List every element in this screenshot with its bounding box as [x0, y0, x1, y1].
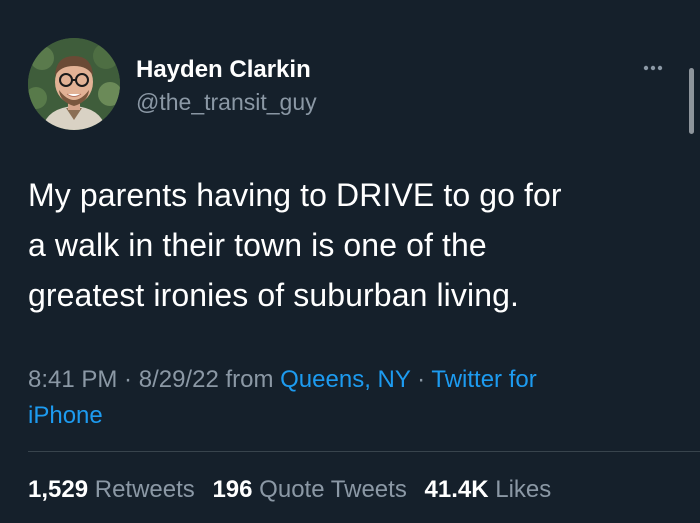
tweet-text-line: My parents having to DRIVE to go for [28, 177, 562, 213]
retweets-label: Retweets [94, 476, 195, 503]
retweets-stat[interactable]: 1,529 Retweets [28, 476, 195, 503]
retweets-count: 1,529 [28, 476, 89, 503]
tweet-text: My parents having to DRIVE to go for a w… [28, 170, 668, 320]
separator-dot: · [117, 366, 139, 393]
likes-stat[interactable]: 41.4K Likes [425, 476, 552, 503]
tweet-text-line: a walk in their town is one of the [28, 227, 487, 263]
avatar[interactable] [28, 38, 120, 130]
profile-photo-icon [28, 38, 120, 130]
likes-label: Likes [495, 476, 552, 503]
more-options-button[interactable] [638, 56, 668, 80]
quote-tweets-count: 196 [212, 476, 253, 503]
tweet-metadata: 8:41 PM · 8/29/22 from Queens, NY · Twit… [28, 362, 668, 434]
from-label: from [218, 366, 281, 393]
quote-tweets-label: Quote Tweets [259, 476, 407, 503]
tweet-detail: Hayden Clarkin @the_transit_guy My paren… [0, 0, 700, 523]
quote-tweets-stat[interactable]: 196 Quote Tweets [212, 476, 406, 503]
location-link[interactable]: Queens, NY [280, 366, 410, 393]
source-link[interactable]: Twitter for [431, 366, 536, 393]
source-link-continued[interactable]: iPhone [28, 402, 103, 429]
author-handle[interactable]: @the_transit_guy [136, 88, 317, 116]
author-display-name[interactable]: Hayden Clarkin [136, 56, 311, 84]
likes-count: 41.4K [424, 476, 489, 503]
separator-dot: · [410, 366, 432, 393]
divider [28, 451, 700, 452]
more-dots-icon [643, 65, 663, 71]
tweet-time[interactable]: 8:41 PM [28, 366, 117, 393]
scrollbar-thumb[interactable] [689, 68, 694, 134]
tweet-text-line: greatest ironies of suburban living. [28, 277, 519, 313]
tweet-date[interactable]: 8/29/22 [139, 366, 219, 393]
engagement-stats: 1,529 Retweets 196 Quote Tweets 41.4K Li… [28, 474, 562, 506]
